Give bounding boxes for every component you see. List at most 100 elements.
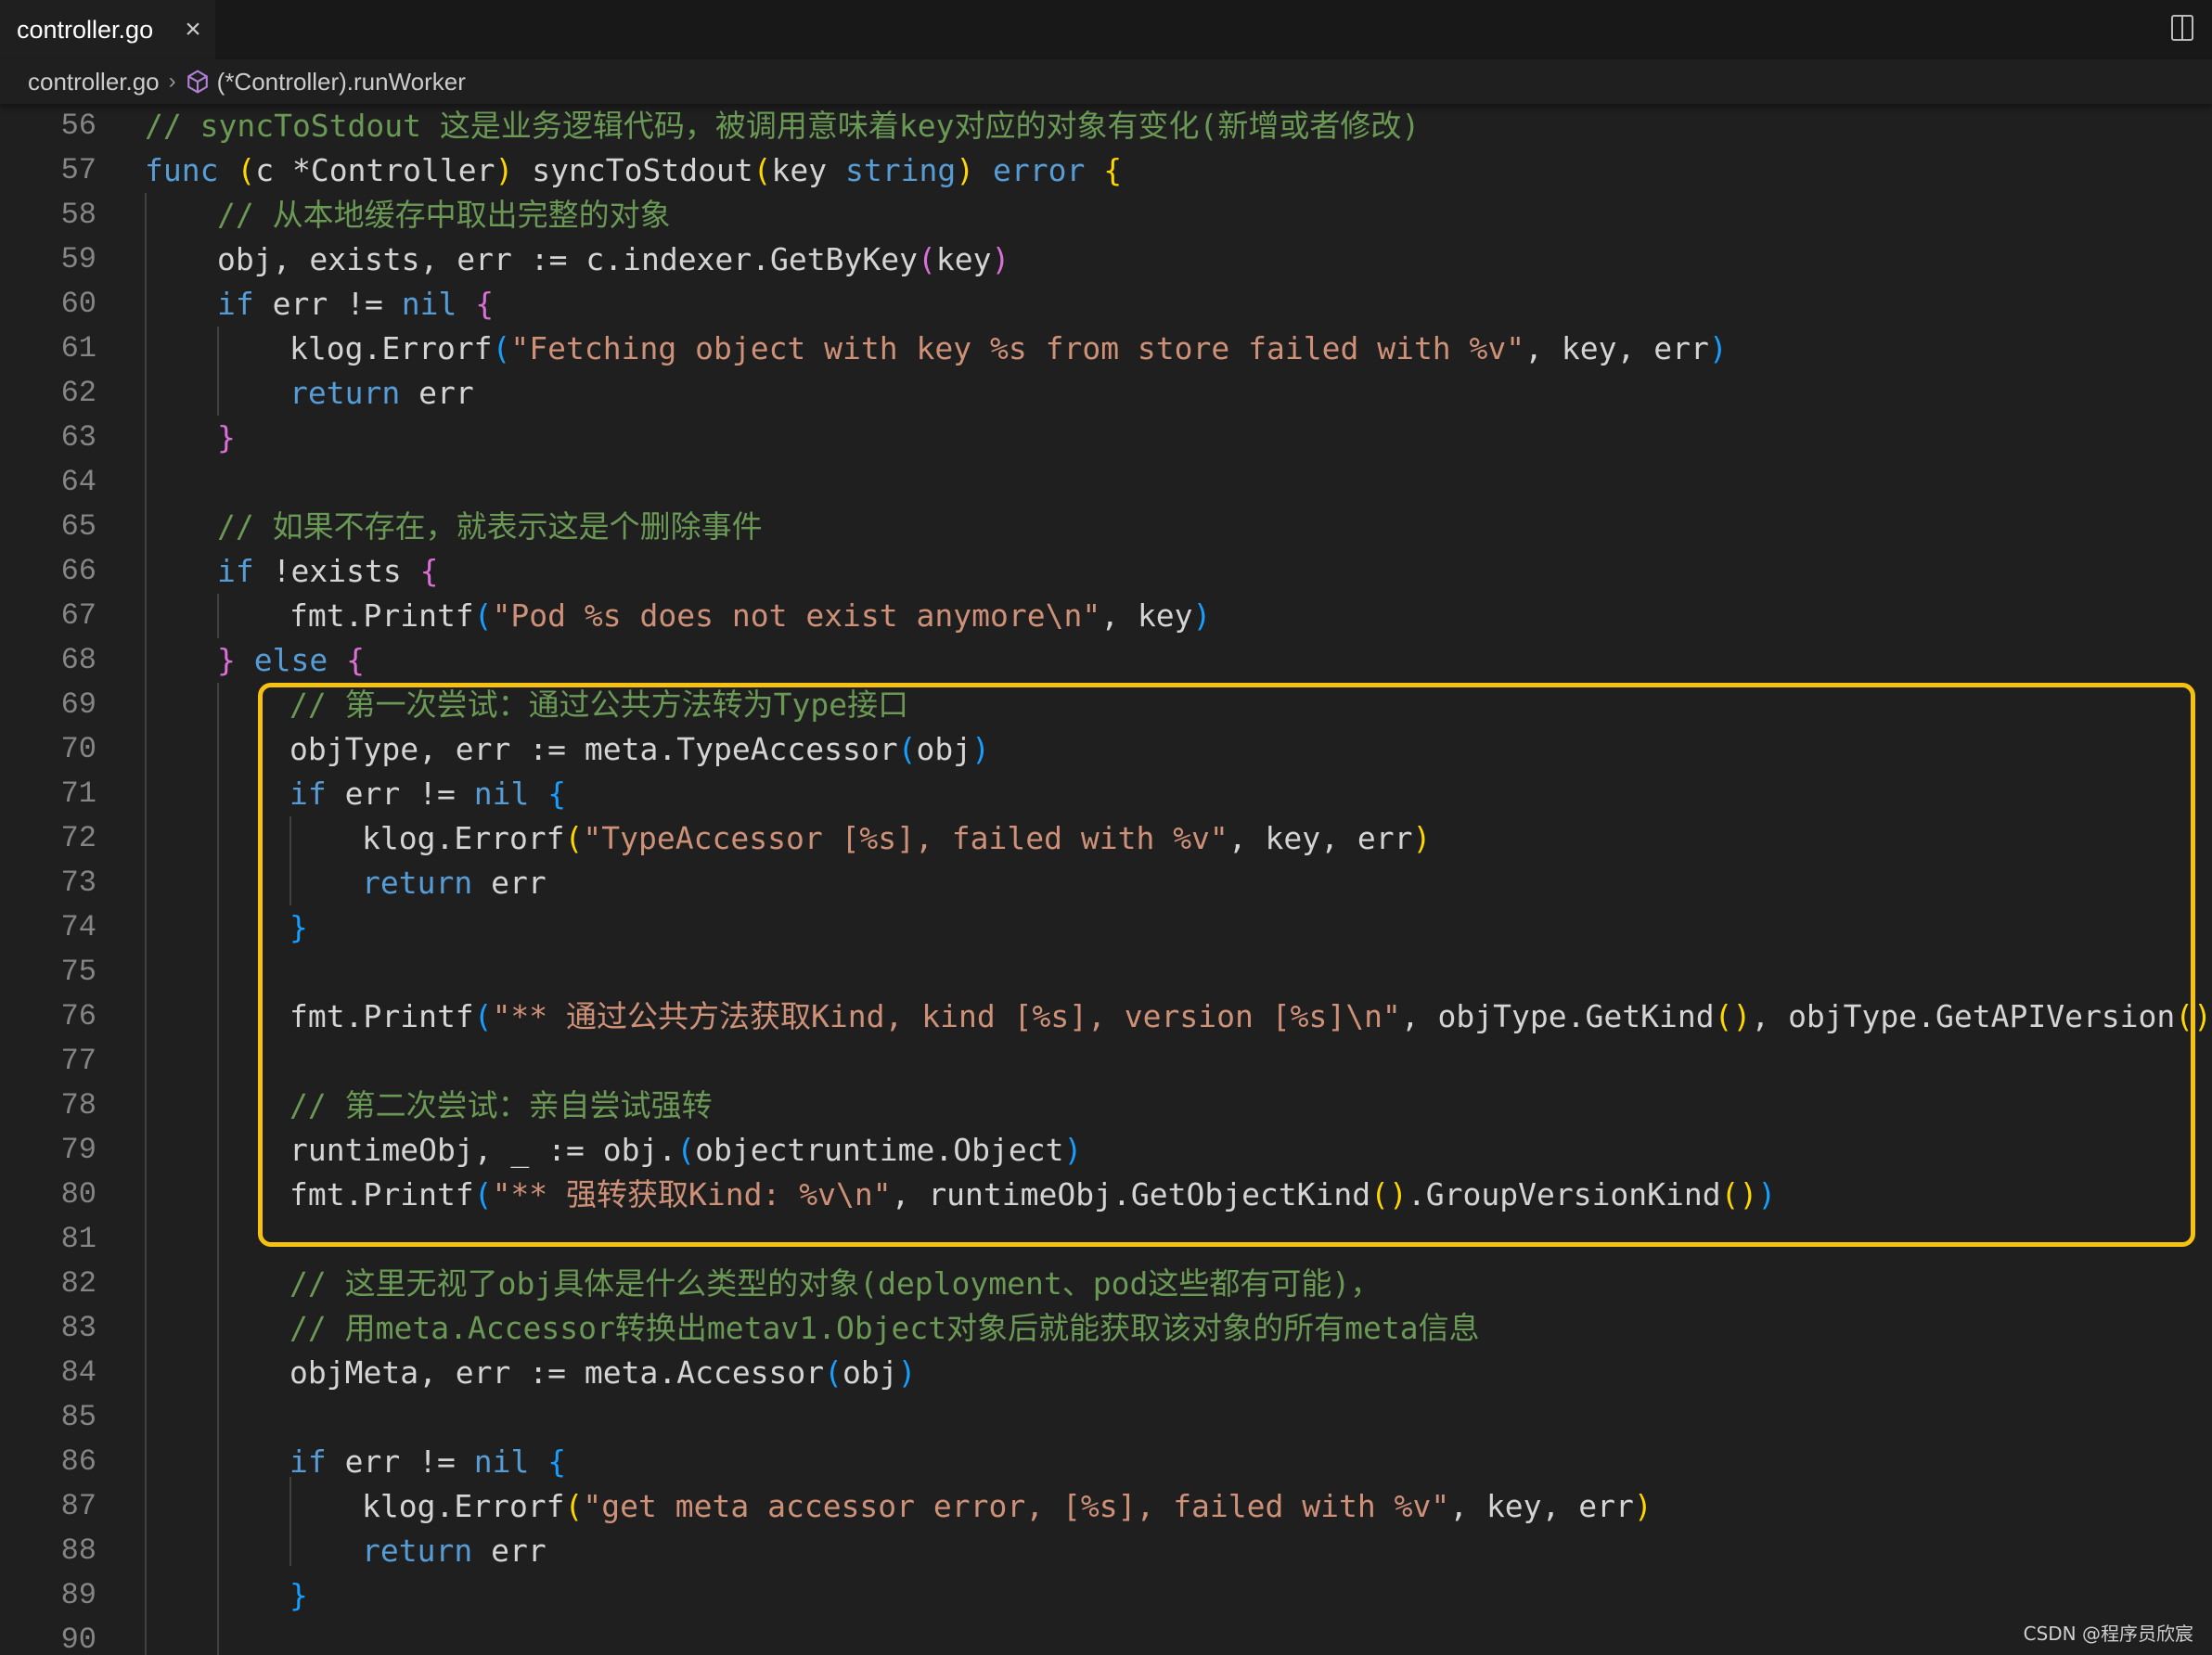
code-line[interactable]: 68} else {	[0, 638, 2212, 683]
code-token: objMeta, err := meta.Accessor	[289, 1354, 825, 1391]
code-token: // 这里无视了obj具体是什么类型的对象(deployment、pod这些都有…	[289, 1265, 1382, 1302]
breadcrumb-file[interactable]: controller.go	[28, 68, 160, 96]
code-line[interactable]: 83 // 用meta.Accessor转换出metav1.Object对象后就能…	[0, 1306, 2212, 1351]
code-line[interactable]: 80 fmt.Printf("** 强转获取Kind: %v\n", runtim…	[0, 1173, 2212, 1217]
code-text: }	[289, 1573, 308, 1618]
code-line[interactable]: 84 objMeta, err := meta.Accessor(obj)	[0, 1351, 2212, 1395]
code-line[interactable]: 64	[0, 460, 2212, 505]
code-line[interactable]: 62 return err	[0, 371, 2212, 416]
watermark: CSDN @程序员欣宸	[2023, 1623, 2193, 1645]
code-line[interactable]: 58 // 从本地缓存中取出完整的对象	[0, 193, 2212, 237]
code-line[interactable]: 60 if err != nil {	[0, 282, 2212, 327]
line-number: 60	[60, 287, 96, 321]
line-number: 57	[60, 153, 96, 187]
code-line[interactable]: 73 return err	[0, 861, 2212, 905]
line-number: 87	[60, 1489, 96, 1523]
code-token: (	[752, 152, 772, 188]
code-token: key	[935, 241, 992, 277]
code-line[interactable]: 72 klog.Errorf("TypeAccessor [%s], failed…	[0, 816, 2212, 861]
code-token: , key, err	[1228, 820, 1413, 856]
line-number: 62	[60, 376, 96, 410]
line-number: 75	[60, 955, 96, 989]
code-token: key	[771, 152, 846, 188]
code-token: err	[472, 865, 547, 901]
code-line[interactable]: 82 // 这里无视了obj具体是什么类型的对象(deployment、pod这些…	[0, 1262, 2212, 1306]
code-token: }	[217, 419, 236, 455]
close-icon[interactable]: ×	[180, 16, 206, 44]
line-number: 74	[60, 910, 96, 944]
code-token: return	[362, 1533, 473, 1569]
code-line[interactable]: 88 return err	[0, 1529, 2212, 1573]
code-line[interactable]: 76 fmt.Printf("** 通过公共方法获取Kind, kind [%s]…	[0, 994, 2212, 1039]
code-text: // 从本地缓存中取出完整的对象	[217, 193, 671, 237]
code-token: "Pod %s does not exist anymore\n"	[492, 597, 1101, 634]
code-line[interactable]: 90	[0, 1618, 2212, 1655]
line-number: 88	[60, 1533, 96, 1568]
code-text: fmt.Printf("Pod %s does not exist anymor…	[289, 594, 1211, 638]
code-token: )	[1633, 1488, 1653, 1524]
code-line[interactable]: 86 if err != nil {	[0, 1440, 2212, 1484]
code-token: klog.Errorf	[362, 1488, 565, 1524]
code-token: )	[897, 1354, 917, 1391]
code-token: err	[472, 1533, 547, 1569]
line-number: 84	[60, 1355, 96, 1390]
code-token: string	[845, 152, 957, 188]
code-token: if	[217, 553, 254, 589]
code-token: return	[289, 375, 401, 411]
code-line[interactable]: 65 // 如果不存在，就表示这是个删除事件	[0, 505, 2212, 549]
code-line[interactable]: 71 if err != nil {	[0, 772, 2212, 816]
code-line[interactable]: 70 objType, err := meta.TypeAccessor(obj)	[0, 727, 2212, 772]
code-line[interactable]: 56 // syncToStdout 这是业务逻辑代码，被调用意味着key对应的对…	[0, 104, 2212, 148]
code-token: syncToStdout	[513, 152, 753, 188]
code-line[interactable]: 61 klog.Errorf("Fetching object with key …	[0, 327, 2212, 371]
editor-tab[interactable]: controller.go ×	[0, 0, 215, 59]
code-token: (	[917, 241, 936, 277]
code-line[interactable]: 69 // 第一次尝试：通过公共方法转为Type接口	[0, 683, 2212, 727]
code-line[interactable]: 77	[0, 1039, 2212, 1084]
line-number: 76	[60, 999, 96, 1033]
code-token: )	[1192, 597, 1212, 634]
line-number: 56	[60, 109, 96, 143]
code-editor[interactable]: 56 // syncToStdout 这是业务逻辑代码，被调用意味着key对应的对…	[0, 104, 2212, 1655]
code-token: , objType.GetKind	[1400, 998, 1715, 1034]
code-line[interactable]: 85	[0, 1395, 2212, 1440]
breadcrumb-symbol[interactable]: (*Controller).runWorker	[217, 68, 466, 96]
split-editor-icon[interactable]	[2171, 15, 2193, 41]
code-line[interactable]: 81	[0, 1217, 2212, 1262]
code-text: return err	[289, 371, 474, 416]
code-line[interactable]: 67 fmt.Printf("Pod %s does not exist anym…	[0, 594, 2212, 638]
code-line[interactable]: 89}	[0, 1573, 2212, 1618]
line-number: 61	[60, 331, 96, 366]
code-line[interactable]: 75	[0, 950, 2212, 994]
code-token: )	[1063, 1132, 1083, 1168]
code-token: (	[473, 1176, 493, 1212]
code-line[interactable]: 57 func (c *Controller) syncToStdout(key …	[0, 148, 2212, 193]
code-token: ()	[1370, 1176, 1408, 1212]
code-line[interactable]: 63}	[0, 416, 2212, 460]
code-line[interactable]: 78 // 第二次尝试：亲自尝试强转	[0, 1084, 2212, 1128]
code-line[interactable]: 74}	[0, 905, 2212, 950]
code-token: "** 通过公共方法获取Kind, kind [%s], version [%s…	[492, 998, 1401, 1034]
code-token: {	[346, 642, 365, 678]
code-token: {	[547, 776, 567, 812]
code-token: if	[289, 1443, 327, 1480]
code-text: objMeta, err := meta.Accessor(obj)	[289, 1351, 917, 1395]
tab-bar: controller.go ×	[0, 0, 2212, 59]
code-token: obj, exists, err := c.indexer.GetByKey	[217, 241, 918, 277]
code-token: "** 强转获取Kind: %v\n"	[492, 1176, 892, 1212]
code-text: // 如果不存在，就表示这是个删除事件	[217, 505, 763, 549]
code-line[interactable]: 79 runtimeObj, _ := obj.(objectruntime.Ob…	[0, 1128, 2212, 1173]
code-line[interactable]: 87 klog.Errorf("get meta accessor error, …	[0, 1484, 2212, 1529]
code-line[interactable]: 66 if !exists {	[0, 549, 2212, 594]
code-token: // 第一次尝试：通过公共方法转为Type接口	[289, 686, 909, 723]
code-text: }	[217, 416, 236, 460]
code-line[interactable]: 59 obj, exists, err := c.indexer.GetByKey…	[0, 237, 2212, 282]
chevron-right-icon: ›	[168, 69, 176, 94]
code-token: (	[473, 597, 493, 634]
